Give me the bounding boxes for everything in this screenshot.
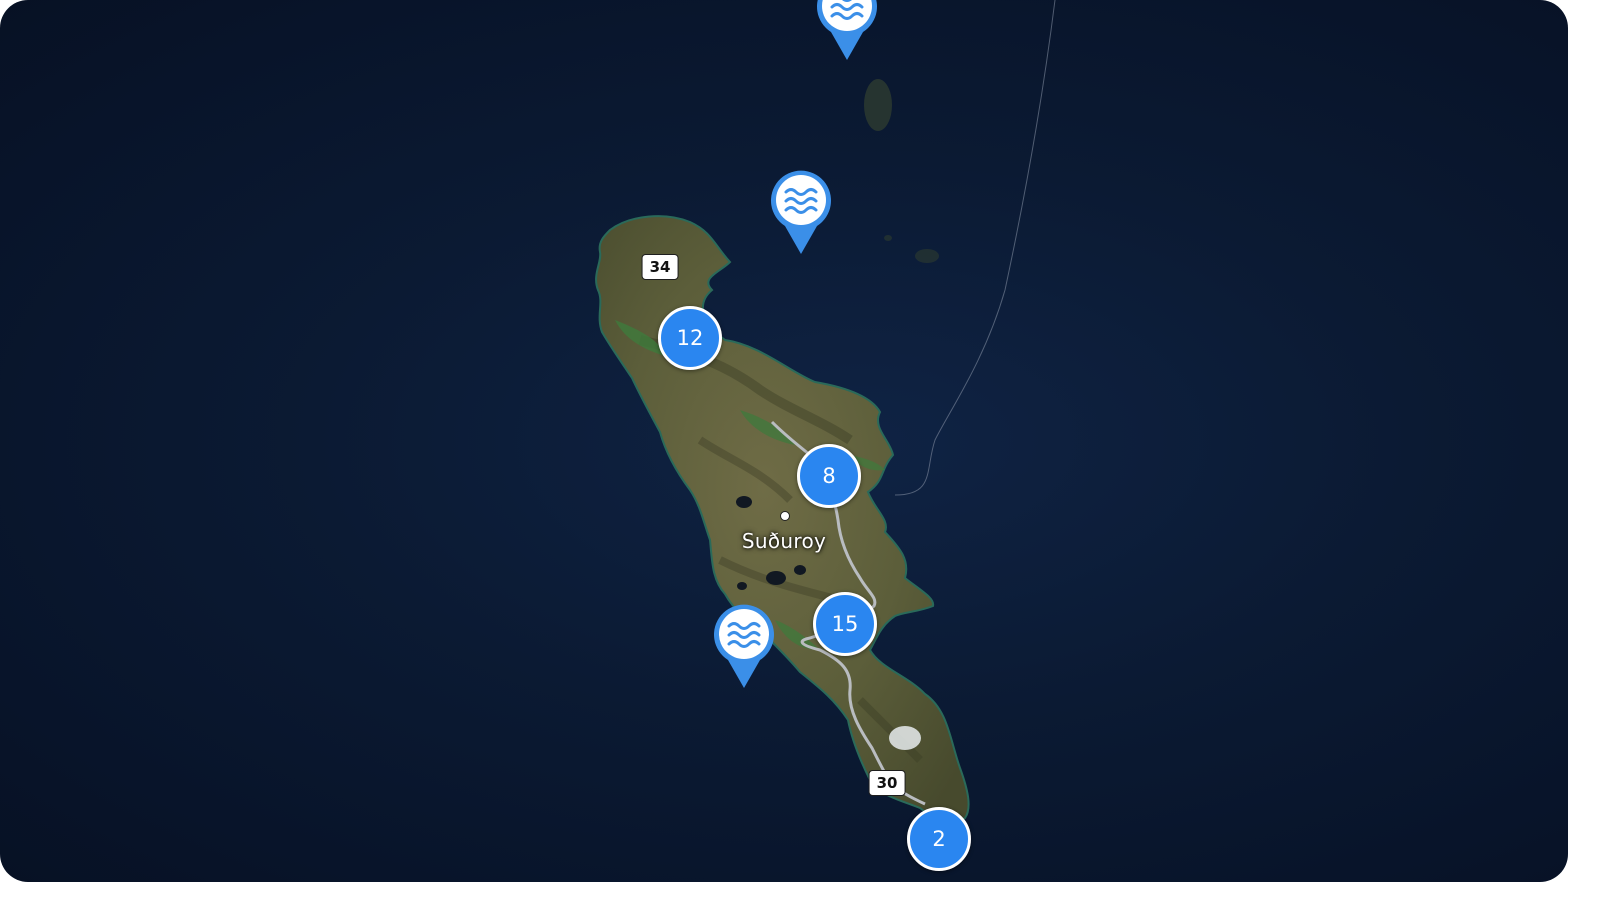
water-waves-icon [817, 0, 877, 60]
road-shield-30: 30 [868, 770, 906, 796]
cluster-marker-2[interactable]: 2 [907, 807, 971, 871]
cluster-marker-15[interactable]: 15 [813, 592, 877, 656]
satellite-map[interactable] [0, 0, 1568, 882]
islet [864, 79, 892, 131]
islet [915, 249, 939, 263]
map-view[interactable]: Suðuroy 34 30 12 8 15 2 [0, 0, 1568, 882]
place-label-suduroy: Suðuroy [741, 529, 827, 553]
water-waves-icon [771, 170, 831, 254]
boundary-line [894, 0, 1056, 496]
road-shield-34: 34 [641, 254, 679, 280]
water-pin-west[interactable] [712, 604, 776, 690]
islet [884, 235, 892, 241]
water-waves-icon [714, 604, 774, 688]
cloud [889, 726, 921, 750]
cluster-marker-8[interactable]: 8 [797, 444, 861, 508]
cluster-marker-12[interactable]: 12 [658, 306, 722, 370]
place-marker-dot [780, 511, 790, 521]
water-pin-middle[interactable] [769, 170, 833, 256]
water-pin-north[interactable] [815, 0, 879, 62]
